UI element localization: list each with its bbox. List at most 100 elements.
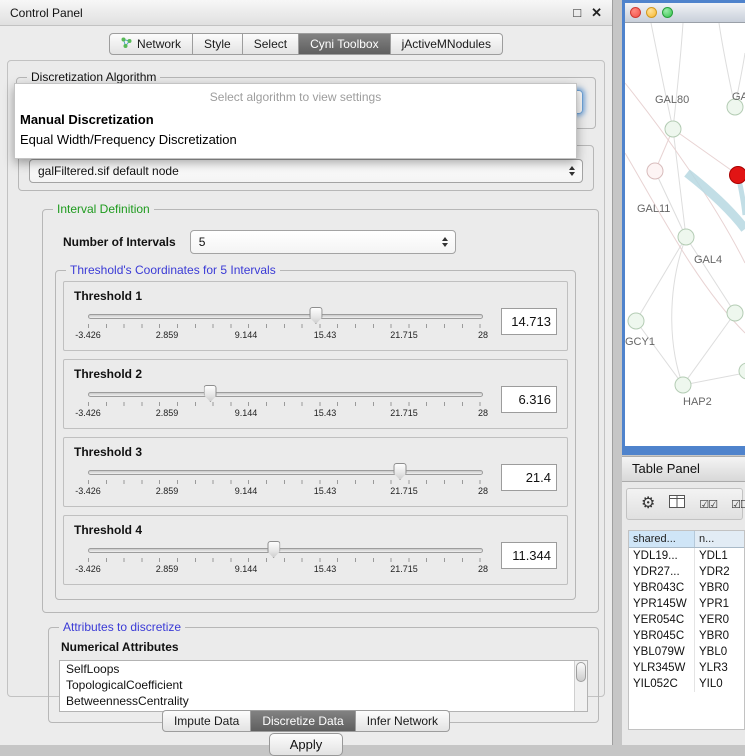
node-hap2[interactable]: [675, 377, 691, 393]
threshold-2-slider[interactable]: -3.426 2.859 9.144 15.43 21.715 28: [74, 383, 489, 425]
slider-ticks: [88, 480, 483, 484]
slider-track[interactable]: [88, 392, 483, 397]
minimize-traffic-light-icon[interactable]: [646, 7, 657, 18]
cell-name: YDR2: [695, 564, 744, 580]
threshold-4-value-field[interactable]: [501, 542, 557, 569]
threshold-3-value-field[interactable]: [501, 464, 557, 491]
threshold-4-slider[interactable]: -3.426 2.859 9.144 15.43 21.715 28: [74, 539, 489, 581]
tab-jactivemnodules[interactable]: jActiveMNodules: [391, 33, 503, 55]
network-window-titlebar[interactable]: [625, 3, 745, 23]
cell-shared-name: YDL19...: [629, 548, 695, 564]
node-label-cut: GA: [732, 91, 745, 103]
node-gal11[interactable]: [647, 163, 663, 179]
gear-icon[interactable]: ⚙: [641, 496, 655, 512]
row-filter-icon[interactable]: ☑☐: [731, 498, 745, 511]
slider-track[interactable]: [88, 314, 483, 319]
control-panel-title: Control Panel: [10, 6, 563, 20]
node-gal4[interactable]: [678, 229, 694, 245]
slider-track[interactable]: [88, 470, 483, 475]
node-label-gcy1: GCY1: [625, 336, 655, 348]
node-gal80[interactable]: [665, 121, 681, 137]
tab-cyni-toolbox[interactable]: Cyni Toolbox: [299, 33, 390, 55]
tick-label: 21.715: [390, 330, 418, 340]
threshold-3-panel: Threshold 3 -3.426 2.859 9.144 15.43: [63, 437, 568, 507]
number-of-intervals-row: Number of Intervals 5: [63, 230, 598, 254]
dropdown-item-equal-width-frequency[interactable]: Equal Width/Frequency Discretization: [15, 130, 576, 150]
table-row[interactable]: YBR043C YBR0: [629, 580, 744, 596]
combo-arrows-icon: [442, 237, 448, 247]
cell-name: YBR0: [695, 580, 744, 596]
table-row[interactable]: YDR27... YDR2: [629, 564, 744, 580]
number-of-intervals-combobox[interactable]: 5: [190, 230, 456, 254]
cell-shared-name: YER054C: [629, 612, 695, 628]
slider-thumb[interactable]: [204, 385, 217, 402]
cell-name: YPR1: [695, 596, 744, 612]
tab-select-label: Select: [254, 37, 287, 51]
selected-node[interactable]: [730, 167, 745, 184]
cell-name: YIL0: [695, 676, 744, 692]
table-panel-toolbar: ⚙ ☑☑ ☑☐: [626, 488, 743, 520]
table-row[interactable]: YLR345W YLR3: [629, 660, 744, 676]
tab-infer-network[interactable]: Infer Network: [356, 710, 450, 732]
tab-style-label: Style: [204, 37, 231, 51]
node[interactable]: [739, 363, 745, 379]
node[interactable]: [727, 305, 743, 321]
tick-label: -3.426: [75, 330, 101, 340]
attributes-group-label: Attributes to discretize: [59, 620, 185, 634]
tick-label: 21.715: [390, 564, 418, 574]
column-header-name[interactable]: n...: [695, 531, 744, 547]
table-row[interactable]: YPR145W YPR1: [629, 596, 744, 612]
tab-discretize-data[interactable]: Discretize Data: [251, 710, 355, 732]
discretization-algorithm-label: Discretization Algorithm: [27, 70, 160, 84]
table-row[interactable]: YBR045C YBR0: [629, 628, 744, 644]
dropdown-item-manual-discretization[interactable]: Manual Discretization: [15, 110, 576, 130]
columns-icon[interactable]: [669, 495, 685, 513]
tick-label: 28: [478, 408, 488, 418]
tab-network[interactable]: Network: [109, 33, 193, 55]
network-canvas[interactable]: GAL80 GA GAL11 GAL4 GCY1 HAP2: [625, 23, 745, 446]
threshold-1-label: Threshold 1: [74, 289, 557, 303]
tab-select[interactable]: Select: [243, 33, 299, 55]
zoom-traffic-light-icon[interactable]: [662, 7, 673, 18]
threshold-1-slider[interactable]: -3.426 2.859 9.144 15.43 21.715 28: [74, 305, 489, 347]
tick-label: 28: [478, 486, 488, 496]
float-window-icon[interactable]: □: [573, 5, 581, 20]
scrollbar-thumb[interactable]: [576, 662, 586, 682]
list-item[interactable]: SelfLoops: [60, 661, 587, 677]
select-columns-icon[interactable]: ☑☑: [699, 498, 717, 511]
slider-track[interactable]: [88, 548, 483, 553]
close-traffic-light-icon[interactable]: [630, 7, 641, 18]
tab-impute-data[interactable]: Impute Data: [162, 710, 251, 732]
tick-label: -3.426: [75, 486, 101, 496]
table-panel-header: Table Panel: [622, 456, 745, 482]
combo-arrows-icon: [569, 166, 575, 176]
table-row[interactable]: YDL19... YDL1: [629, 548, 744, 564]
slider-thumb[interactable]: [309, 307, 322, 324]
tick-label: 9.144: [235, 330, 258, 340]
table-row[interactable]: YBL079W YBL0: [629, 644, 744, 660]
column-header-shared-name[interactable]: shared...: [629, 531, 695, 547]
threshold-1-panel: Threshold 1 -3.426 2.859 9.144 15.43: [63, 281, 568, 351]
table-row[interactable]: YIL052C YIL0: [629, 676, 744, 692]
threshold-2-label: Threshold 2: [74, 367, 557, 381]
slider-thumb[interactable]: [267, 541, 280, 558]
attributes-scrollbar[interactable]: [574, 661, 587, 711]
node-gcy1[interactable]: [628, 313, 644, 329]
tab-discretize-data-label: Discretize Data: [262, 714, 343, 728]
tick-label: 9.144: [235, 408, 258, 418]
table-row[interactable]: YER054C YER0: [629, 612, 744, 628]
list-item[interactable]: TopologicalCoefficient: [60, 677, 587, 693]
threshold-3-slider[interactable]: -3.426 2.859 9.144 15.43 21.715 28: [74, 461, 489, 503]
tab-style[interactable]: Style: [193, 33, 243, 55]
close-icon[interactable]: ✕: [591, 5, 602, 21]
threshold-1-value-field[interactable]: [501, 308, 557, 335]
tick-label: 2.859: [156, 408, 179, 418]
list-item[interactable]: BetweennessCentrality: [60, 693, 587, 709]
dropdown-placeholder: Select algorithm to view settings: [15, 87, 576, 110]
table-data-value: galFiltered.sif default node: [38, 164, 179, 178]
cell-shared-name: YDR27...: [629, 564, 695, 580]
slider-thumb[interactable]: [394, 463, 407, 480]
threshold-2-value-field[interactable]: [501, 386, 557, 413]
tick-label: 21.715: [390, 408, 418, 418]
table-data-combobox[interactable]: galFiltered.sif default node: [29, 159, 583, 183]
